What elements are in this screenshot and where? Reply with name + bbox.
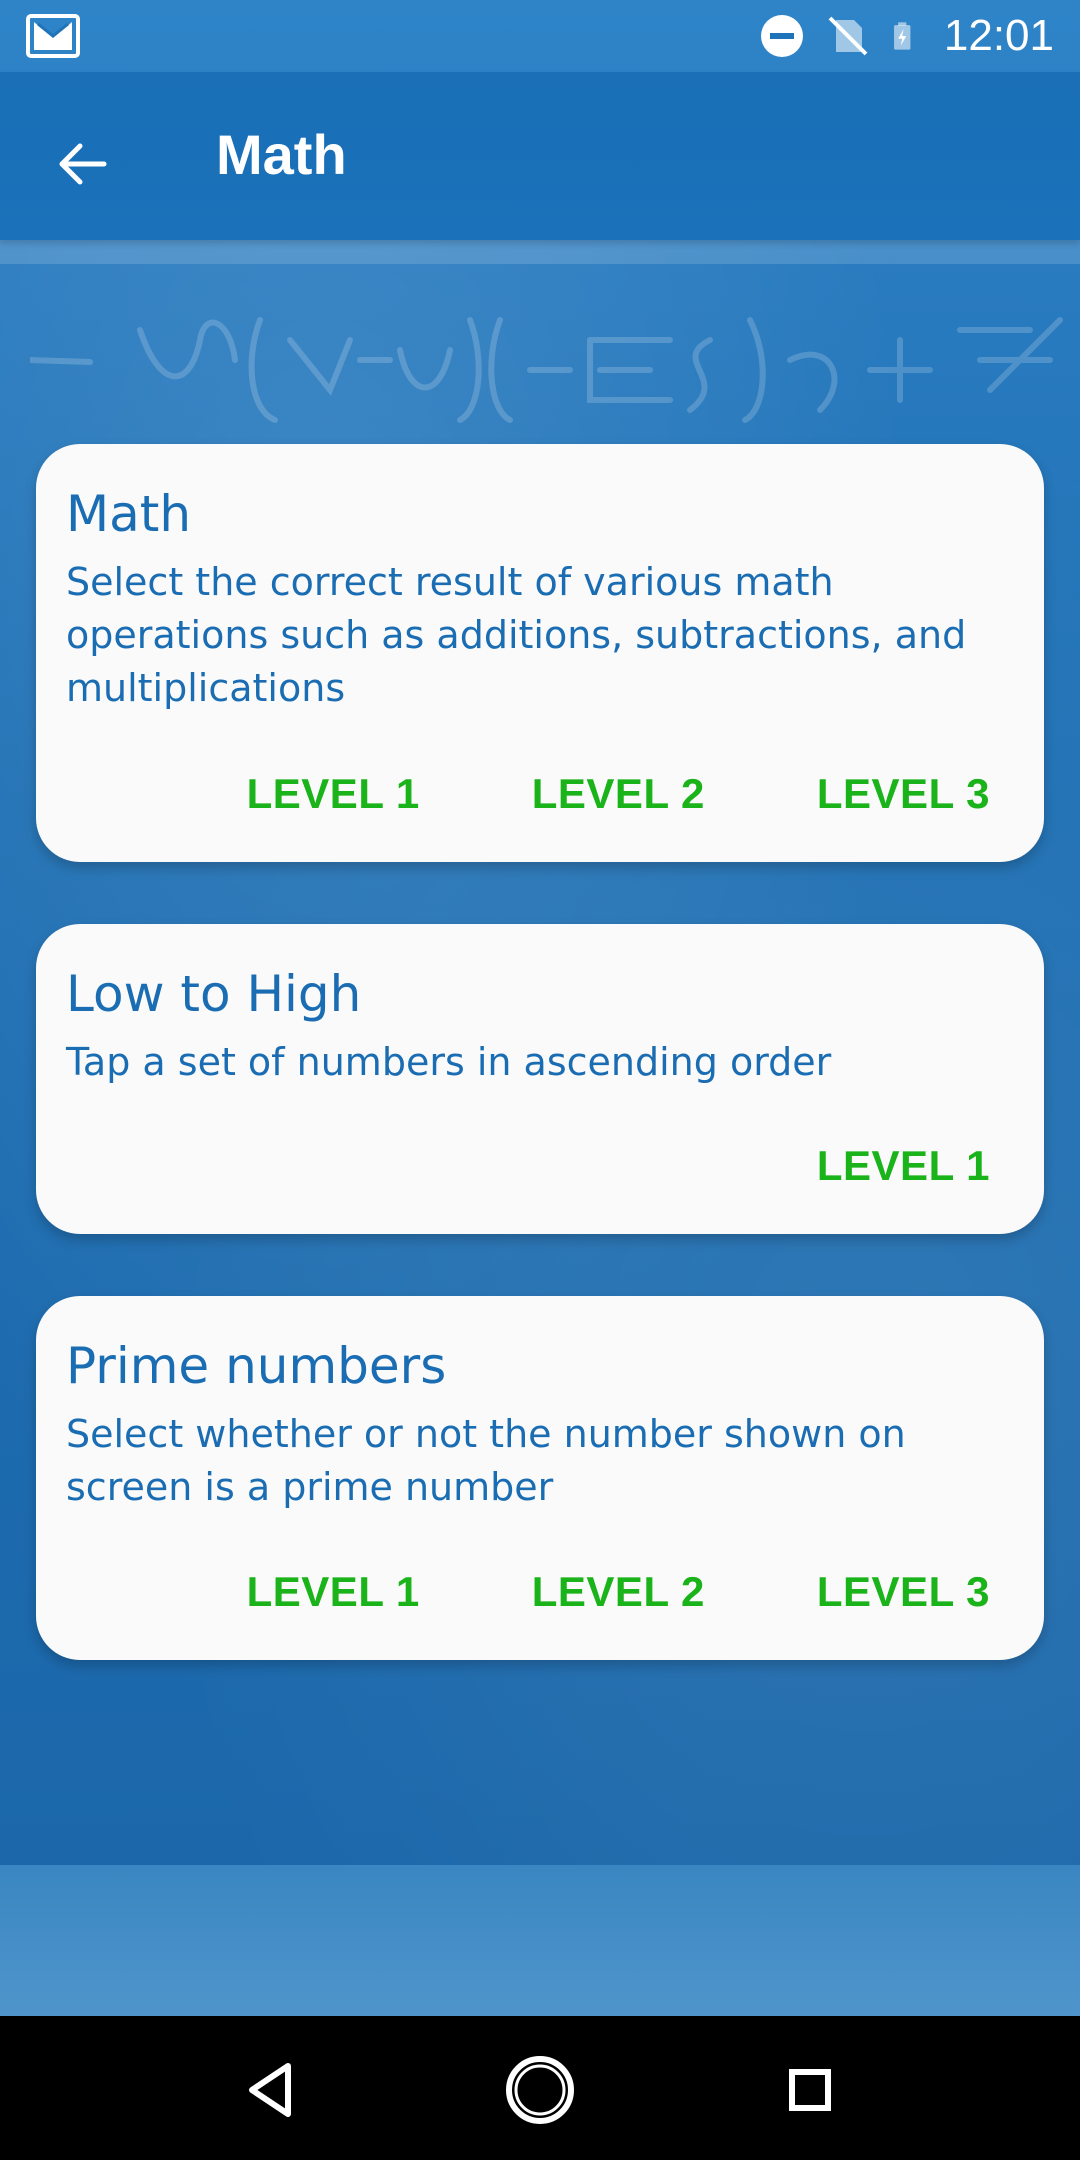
recents-square-icon[interactable] <box>772 2052 848 2128</box>
level-2-button[interactable]: LEVEL 2 <box>532 770 705 818</box>
level-3-button[interactable]: LEVEL 3 <box>817 1568 990 1616</box>
no-sim-icon <box>828 16 868 56</box>
floor-strip <box>0 1865 1080 2016</box>
card-description: Select whether or not the number shown o… <box>66 1412 906 1509</box>
chalk-scribble-decoration <box>30 317 1063 423</box>
status-time: 12:01 <box>943 11 1054 60</box>
level-3-button[interactable]: LEVEL 3 <box>817 770 990 818</box>
level-buttons: LEVEL 1 LEVEL 2 LEVEL 3 <box>247 1568 990 1616</box>
page-title: Math <box>216 123 347 186</box>
battery-charging-icon <box>893 22 911 50</box>
level-buttons: LEVEL 1 LEVEL 2 LEVEL 3 <box>247 770 990 818</box>
home-circle-icon[interactable] <box>502 2052 578 2128</box>
gmail-icon <box>26 14 80 58</box>
do-not-disturb-icon <box>760 15 803 57</box>
card-description: Tap a set of numbers in ascending order <box>66 1040 832 1084</box>
app-bar: Math <box>0 72 1080 240</box>
level-2-button[interactable]: LEVEL 2 <box>532 1568 705 1616</box>
level-1-button[interactable]: LEVEL 1 <box>817 1142 990 1190</box>
back-button[interactable] <box>40 122 124 206</box>
card-title: Low to High <box>66 965 362 1023</box>
chalkboard-rail <box>0 240 1080 264</box>
game-card-low-to-high: Low to High Tap a set of numbers in asce… <box>36 924 1044 1234</box>
level-1-button[interactable]: LEVEL 1 <box>247 770 420 818</box>
navigation-bar <box>0 2016 1080 2160</box>
arrow-back-icon <box>59 143 107 185</box>
card-title: Math <box>66 485 192 543</box>
game-card-prime-numbers: Prime numbers Select whether or not the … <box>36 1296 1044 1660</box>
card-description: Select the correct result of various mat… <box>66 560 967 710</box>
card-title: Prime numbers <box>66 1337 447 1395</box>
level-1-button[interactable]: LEVEL 1 <box>247 1568 420 1616</box>
level-buttons: LEVEL 1 <box>817 1142 990 1190</box>
status-bar: 12:01 <box>0 0 1080 72</box>
back-triangle-icon[interactable] <box>232 2052 308 2128</box>
game-card-math: Math Select the correct result of variou… <box>36 444 1044 862</box>
